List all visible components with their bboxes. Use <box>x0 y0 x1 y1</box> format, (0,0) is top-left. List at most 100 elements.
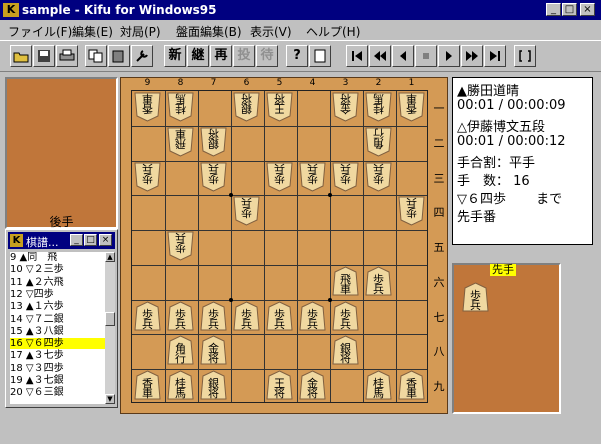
piece-char: 将 <box>274 92 285 105</box>
stop-icon[interactable] <box>415 45 437 67</box>
print-icon[interactable] <box>56 45 78 67</box>
open-icon[interactable] <box>10 45 32 67</box>
gote-piece[interactable]: 歩兵 <box>266 162 293 192</box>
sente-piece[interactable]: 金将 <box>200 335 227 365</box>
help-icon[interactable]: ? <box>286 45 308 67</box>
menu-edit[interactable]: 編集(E) <box>72 23 113 40</box>
gote-piece[interactable]: 銀将 <box>200 127 227 157</box>
forward-many-icon[interactable] <box>461 45 483 67</box>
gote-piece[interactable]: 銀将 <box>233 92 260 122</box>
kifu-window-title: 棋譜... <box>26 236 59 249</box>
sente-piece[interactable]: 桂馬 <box>167 370 194 400</box>
gote-piece[interactable]: 歩兵 <box>332 162 359 192</box>
copy-icon[interactable] <box>85 45 107 67</box>
wrench-icon[interactable] <box>131 45 153 67</box>
menu-board-edit[interactable]: 盤面編集(B) <box>176 23 242 40</box>
gote-piece[interactable]: 歩兵 <box>233 196 260 226</box>
board-info-icon[interactable] <box>309 45 331 67</box>
scroll-thumb[interactable] <box>105 312 115 326</box>
kifu-move-item[interactable]: 11 ▲２六飛 <box>10 277 105 288</box>
save-icon[interactable] <box>33 45 55 67</box>
piece-char: 兵 <box>307 317 318 331</box>
piece-char: 将 <box>208 126 219 140</box>
scroll-up-arrow-icon[interactable]: ▲ <box>105 252 115 262</box>
maximize-button[interactable]: □ <box>562 3 577 16</box>
kifu-move-item[interactable]: 12 ▽四歩 <box>10 289 105 300</box>
sente-piece[interactable]: 歩兵 <box>233 301 260 331</box>
sente-piece[interactable]: 歩兵 <box>365 266 392 296</box>
kifu-close-button[interactable]: × <box>99 234 112 246</box>
first-move-icon[interactable] <box>346 45 368 67</box>
menu-view[interactable]: 表示(V) <box>250 23 292 40</box>
kifu-move-item[interactable]: 14 ▽７二銀 <box>10 314 105 325</box>
kifu-window-titlebar[interactable]: K 棋譜... _ □ × <box>8 232 115 249</box>
last-move-icon[interactable] <box>484 45 506 67</box>
bracket-icon[interactable] <box>514 45 536 67</box>
new-game-button[interactable]: 新 <box>164 45 186 67</box>
menu-help[interactable]: ヘルプ(H) <box>306 23 360 40</box>
column-number: 6 <box>243 78 250 88</box>
kifu-move-item[interactable]: 15 ▲３八銀 <box>10 326 105 337</box>
kifu-scrollbar[interactable]: ▲ ▼ <box>105 252 115 404</box>
sente-piece[interactable]: 歩兵 <box>134 301 161 331</box>
gote-piece[interactable]: 桂馬 <box>167 92 194 122</box>
replay-button[interactable]: 再 <box>210 45 232 67</box>
sente-piece[interactable]: 銀将 <box>200 370 227 400</box>
gote-piece[interactable]: 歩兵 <box>167 231 194 261</box>
gote-piece[interactable]: 金将 <box>332 92 359 122</box>
column-number: 3 <box>342 78 349 88</box>
sente-piece[interactable]: 香車 <box>134 370 161 400</box>
kifu-move-item[interactable]: 20 ▽６三銀 <box>10 387 105 398</box>
kifu-move-item[interactable]: 13 ▲１六歩 <box>10 301 105 312</box>
resign-button[interactable]: 投 <box>233 45 255 67</box>
gote-piece[interactable]: 歩兵 <box>134 162 161 192</box>
scroll-down-arrow-icon[interactable]: ▼ <box>105 394 115 404</box>
sente-piece[interactable]: 歩兵 <box>266 301 293 331</box>
back-many-icon[interactable] <box>369 45 391 67</box>
kifu-move-item[interactable]: 16 ▽６四歩 <box>10 338 105 350</box>
menu-file[interactable]: ファイル(F) <box>8 23 72 40</box>
continue-button[interactable]: 継 <box>187 45 209 67</box>
kifu-minimize-button[interactable]: _ <box>70 234 83 246</box>
menu-game[interactable]: 対局(P) <box>120 23 161 40</box>
sente-piece[interactable]: 歩兵 <box>200 301 227 331</box>
sente-piece[interactable]: 角行 <box>167 335 194 365</box>
gote-piece[interactable]: 歩兵 <box>365 162 392 192</box>
pass-button[interactable]: 待 <box>256 45 278 67</box>
back-one-icon[interactable] <box>392 45 414 67</box>
kifu-maximize-button[interactable]: □ <box>84 234 97 246</box>
gote-piece[interactable]: 香車 <box>398 92 425 122</box>
sente-piece[interactable]: 飛車 <box>332 266 359 296</box>
minimize-button[interactable]: _ <box>546 3 561 16</box>
gote-piece[interactable]: 歩兵 <box>200 162 227 192</box>
sente-piece[interactable]: 桂馬 <box>365 370 392 400</box>
gote-piece[interactable]: 歩兵 <box>299 162 326 192</box>
row-number: 七 <box>433 310 445 324</box>
sente-piece[interactable]: 歩兵 <box>167 301 194 331</box>
shogi-board[interactable]: 987654321 一二三四五六七八九 香車桂馬王将銀将金将桂馬香車飛車銀将角行… <box>120 77 448 414</box>
gote-piece[interactable]: 桂馬 <box>365 92 392 122</box>
kifu-move-item[interactable]: 9 ▲同 飛 <box>10 252 105 263</box>
kifu-move-list[interactable]: 9 ▲同 飛 10 ▽２三歩 11 ▲２六飛 12 ▽四歩 13 ▲１六歩 14… <box>10 252 105 404</box>
gote-piece[interactable]: 歩兵 <box>398 196 425 226</box>
kifu-move-item[interactable]: 17 ▲３七歩 <box>10 350 105 361</box>
kifu-move-item[interactable]: 10 ▽２三歩 <box>10 264 105 275</box>
gote-piece[interactable]: 王将 <box>266 92 293 122</box>
sente-piece[interactable]: 銀将 <box>332 335 359 365</box>
gote-piece[interactable]: 角行 <box>365 127 392 157</box>
piece-char: 兵 <box>373 161 384 175</box>
sente-piece[interactable]: 王将 <box>266 370 293 400</box>
sente-piece[interactable]: 香車 <box>398 370 425 400</box>
kifu-move-item[interactable]: 18 ▽３四歩 <box>10 363 105 374</box>
gote-piece[interactable]: 飛車 <box>167 127 194 157</box>
sente-piece[interactable]: 金将 <box>299 370 326 400</box>
kifu-move-item[interactable]: 19 ▲３七銀 <box>10 375 105 386</box>
sente-piece[interactable]: 歩兵 <box>299 301 326 331</box>
sente-hand-piece[interactable]: 歩 兵 <box>462 282 489 312</box>
gote-label: 後手 <box>49 215 74 229</box>
close-button[interactable]: × <box>580 3 595 16</box>
sente-piece[interactable]: 歩兵 <box>332 301 359 331</box>
forward-one-icon[interactable] <box>438 45 460 67</box>
gote-piece[interactable]: 香車 <box>134 92 161 122</box>
paste-icon[interactable] <box>108 45 130 67</box>
